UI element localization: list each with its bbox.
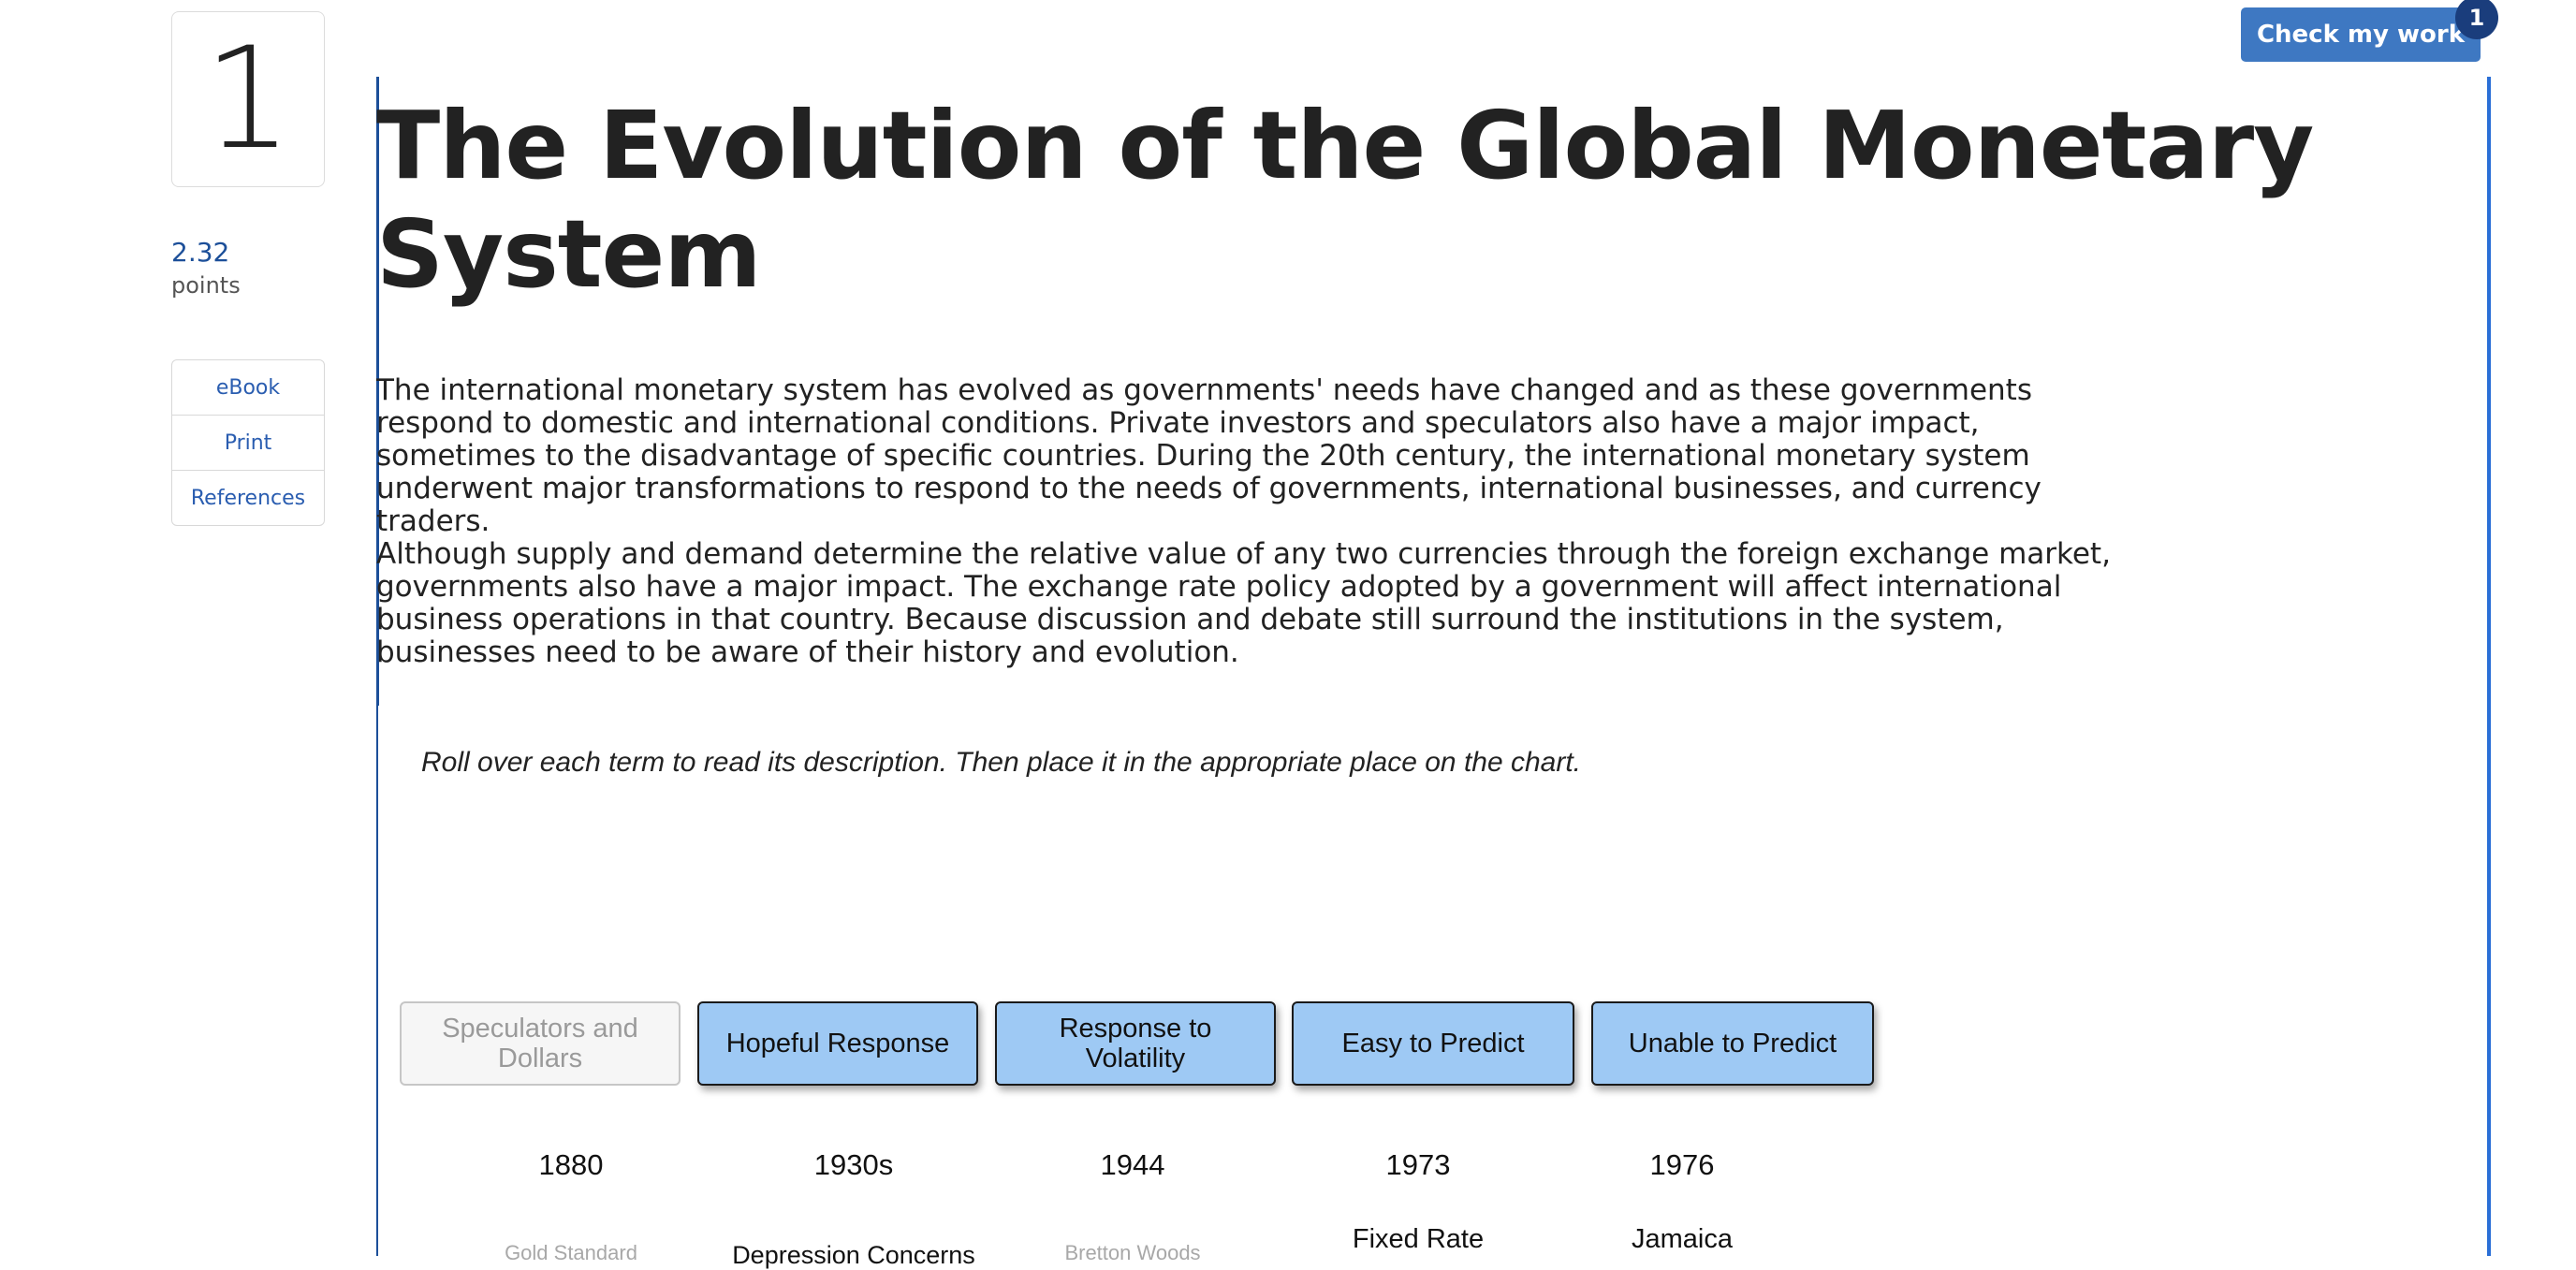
timeline-year-1976: 1976 xyxy=(1649,1148,1715,1181)
page-title: The Evolution of the Global Monetary Sys… xyxy=(376,91,2314,309)
timeline-slot-fixed-rate[interactable]: Fixed Rate xyxy=(1296,1224,1540,1255)
references-link[interactable]: References xyxy=(172,471,324,525)
check-my-work-button[interactable]: Check my work xyxy=(2241,7,2481,62)
timeline-slot-gold-standard[interactable]: Gold Standard xyxy=(449,1241,693,1265)
print-link[interactable]: Print xyxy=(172,416,324,471)
points-value: 2.32 xyxy=(171,237,230,268)
intro-paragraph-1: The international monetary system has ev… xyxy=(376,373,2042,538)
term-hopeful-response[interactable]: Hopeful Response xyxy=(697,1001,978,1086)
attempt-badge: 1 xyxy=(2455,0,2498,39)
term-speculators-and-dollars[interactable]: Speculators and Dollars xyxy=(400,1001,681,1086)
timeline-year-1973: 1973 xyxy=(1385,1148,1451,1181)
timeline-year-1880: 1880 xyxy=(538,1148,604,1181)
term-unable-to-predict[interactable]: Unable to Predict xyxy=(1591,1001,1874,1086)
timeline-slot-bretton-woods[interactable]: Bretton Woods xyxy=(1011,1241,1254,1265)
intro-paragraph-2: Although supply and demand determine the… xyxy=(376,537,2111,669)
timeline-slot-jamaica[interactable]: Jamaica xyxy=(1560,1224,1804,1255)
instructions: Roll over each term to read its descript… xyxy=(421,747,1582,778)
content-left-rule-lower xyxy=(376,706,378,1256)
question-number: 1 xyxy=(171,11,325,187)
timeline-year-1944: 1944 xyxy=(1100,1148,1165,1181)
term-response-to-volatility[interactable]: Response to Volatility xyxy=(995,1001,1276,1086)
ebook-link[interactable]: eBook xyxy=(172,360,324,416)
points-label: points xyxy=(171,272,241,299)
content-right-rule xyxy=(2487,77,2491,1256)
timeline-year-1930s: 1930s xyxy=(813,1148,894,1181)
term-easy-to-predict[interactable]: Easy to Predict xyxy=(1292,1001,1574,1086)
tools-panel: eBook Print References xyxy=(171,359,325,526)
